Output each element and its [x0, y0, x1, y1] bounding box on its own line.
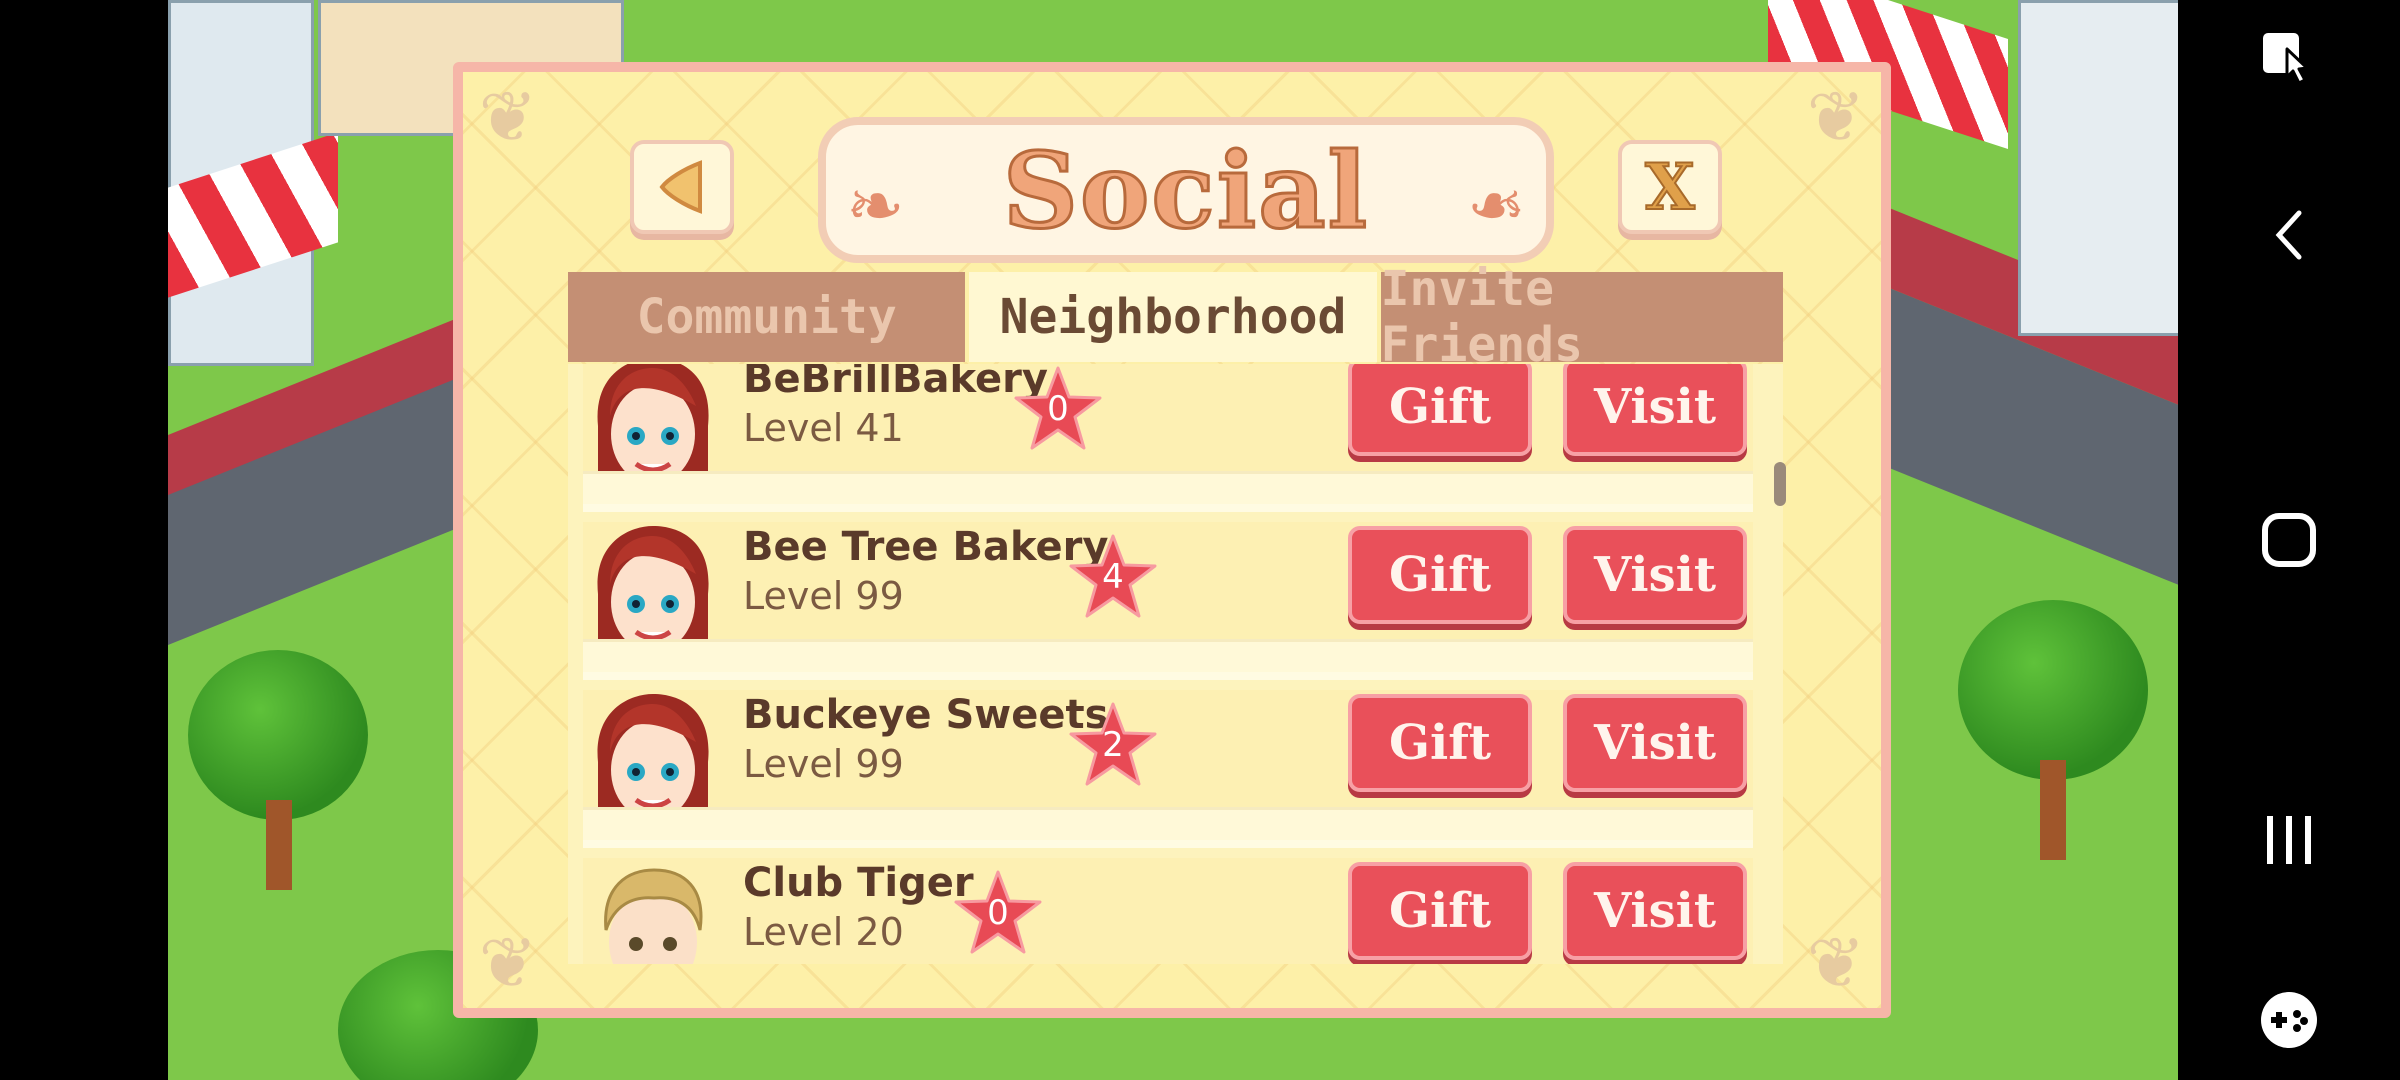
- corner-ornament-top-left: ❦: [478, 76, 538, 158]
- player-level: Level 99: [743, 742, 904, 786]
- player-level: Level 20: [743, 910, 904, 954]
- list-item: Club Tiger Level 20 0 Gift Visit: [583, 858, 1753, 964]
- visit-button[interactable]: Visit: [1563, 694, 1747, 792]
- visit-button[interactable]: Visit: [1563, 526, 1747, 624]
- list-item: Bee Tree Bakery Level 99 4 Gift Visit: [583, 522, 1753, 680]
- list-item: Buckeye Sweets Level 99 2 Gift Visit: [583, 690, 1753, 848]
- back-button[interactable]: [630, 140, 734, 234]
- row-footer-bar: [583, 807, 1753, 840]
- flourish-right-icon: ❧: [1467, 165, 1526, 247]
- home-square-icon[interactable]: [2178, 505, 2400, 575]
- triangle-left-icon: [659, 160, 702, 214]
- gift-button[interactable]: Gift: [1348, 862, 1532, 960]
- star-badge: 0: [953, 868, 1043, 958]
- close-button[interactable]: X: [1618, 140, 1722, 234]
- list-item: BeBrillBakery Level 41 0 Gift Visit: [583, 364, 1753, 512]
- star-count: 0: [1047, 389, 1069, 429]
- star-count: 2: [1102, 725, 1124, 765]
- corner-ornament-bottom-left: ❦: [478, 922, 538, 1004]
- corner-ornament-top-right: ❦: [1806, 76, 1866, 158]
- game-tools-icon[interactable]: [2178, 985, 2400, 1055]
- neighbor-list[interactable]: BeBrillBakery Level 41 0 Gift Visit Bee …: [568, 364, 1783, 964]
- blond-man-avatar: [604, 868, 703, 964]
- player-name: Bee Tree Bakery: [743, 524, 1109, 570]
- flourish-left-icon: ❧: [846, 165, 905, 247]
- recents-icon[interactable]: [2178, 805, 2400, 875]
- tab-neighborhood[interactable]: Neighborhood: [969, 272, 1381, 362]
- row-footer-bar: [583, 471, 1753, 504]
- close-icon: X: [1644, 149, 1696, 226]
- star-badge: 0: [1013, 364, 1103, 454]
- corner-ornament-bottom-right: ❦: [1806, 922, 1866, 1004]
- star-count: 4: [1102, 557, 1124, 597]
- player-name: Buckeye Sweets: [743, 692, 1109, 738]
- android-nav-bar: [2178, 0, 2400, 1080]
- back-chevron-icon[interactable]: [2178, 200, 2400, 270]
- screen-capture-icon[interactable]: [2178, 20, 2400, 90]
- visit-button[interactable]: Visit: [1563, 364, 1747, 456]
- player-name: Club Tiger: [743, 860, 974, 906]
- visit-button[interactable]: Visit: [1563, 862, 1747, 960]
- tab-invite-friends[interactable]: Invite Friends: [1380, 261, 1783, 373]
- dialog-title: Social: [1001, 127, 1370, 253]
- player-level: Level 41: [743, 406, 904, 450]
- gift-button[interactable]: Gift: [1348, 526, 1532, 624]
- row-footer-bar: [583, 639, 1753, 672]
- gift-button[interactable]: Gift: [1348, 694, 1532, 792]
- gift-button[interactable]: Gift: [1348, 364, 1532, 456]
- list-scrollbar[interactable]: [1774, 462, 1786, 506]
- tab-community[interactable]: Community: [568, 272, 970, 362]
- star-count: 0: [987, 893, 1009, 933]
- star-badge: 4: [1068, 532, 1158, 622]
- tab-bar: Community Neighborhood Invite Friends: [568, 261, 1783, 373]
- social-dialog: ❦ ❦ ❦ ❦ ❧ Social ❧ X Community Neighborh…: [453, 62, 1891, 1018]
- star-badge: 2: [1068, 700, 1158, 790]
- player-name: BeBrillBakery: [743, 364, 1048, 402]
- title-plate: ❧ Social ❧: [818, 117, 1554, 263]
- player-level: Level 99: [743, 574, 904, 618]
